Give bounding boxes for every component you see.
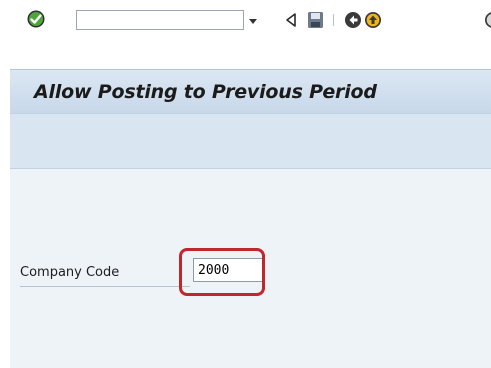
system-toolbar xyxy=(0,0,491,40)
cancel-icon[interactable] xyxy=(484,11,491,29)
exit-icon[interactable] xyxy=(364,11,382,29)
title-bar: Allow Posting to Previous Period xyxy=(10,69,491,113)
page-title: Allow Posting to Previous Period xyxy=(34,81,377,103)
label-underline xyxy=(20,286,190,287)
command-field[interactable] xyxy=(76,10,244,30)
chevron-down-icon[interactable] xyxy=(246,13,260,27)
company-code-input[interactable] xyxy=(193,258,263,282)
green-check-icon[interactable] xyxy=(26,9,46,29)
toolbar-separator xyxy=(333,14,334,26)
company-code-label: Company Code xyxy=(20,265,120,280)
triangle-left-icon[interactable] xyxy=(284,12,298,28)
back-arrow-icon[interactable] xyxy=(344,11,362,29)
floppy-disk-icon[interactable] xyxy=(307,11,324,29)
command-input[interactable] xyxy=(79,12,203,30)
application-toolbar xyxy=(10,113,491,169)
sap-screen: Allow Posting to Previous Period Company… xyxy=(0,0,491,368)
company-code-row: Company Code xyxy=(10,254,491,288)
